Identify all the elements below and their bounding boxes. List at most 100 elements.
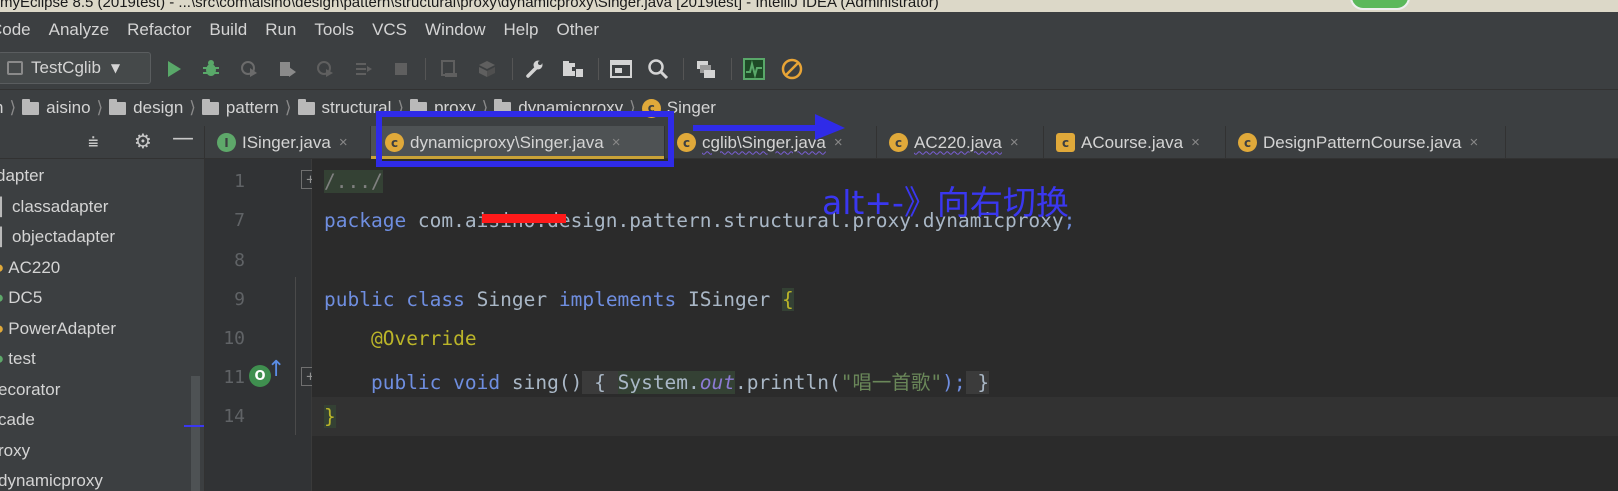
line-number: 10 <box>223 328 245 349</box>
update-running-app-icon[interactable] <box>437 57 461 81</box>
toolbar-separator <box>731 58 732 80</box>
run-config-label: TestCglib <box>31 58 101 77</box>
annotation-text: alt+-》向右切换 <box>822 183 1069 222</box>
menu-build[interactable]: Build <box>200 20 256 40</box>
menu-refactor[interactable]: Refactor <box>118 20 200 40</box>
folder-icon <box>22 98 40 115</box>
interface-icon: ● <box>0 288 4 308</box>
title-badge <box>1350 0 1410 10</box>
code-line-10: @Override <box>370 327 477 350</box>
profile-icon[interactable] <box>275 57 299 81</box>
annotation-mark <box>184 425 204 427</box>
tab-designpatterncourse[interactable]: c DesignPatternCourse.java × <box>1226 126 1506 159</box>
run-icon[interactable] <box>162 57 186 81</box>
arrow-up-icon: ↑ <box>267 357 286 382</box>
run-config-icon <box>7 61 23 75</box>
editor-gutter: 1 7 8 9 10 11 14 + + O ↑ <box>205 159 320 491</box>
project-panel: ⩧ ⚙ — dapter ▌ classadapter ▌ objectadapte… <box>0 126 205 491</box>
tree-item[interactable]: dynamicproxy <box>0 466 204 491</box>
window-title: myEclipse 8.5 (2019test) - ...\src\com\a… <box>0 0 939 11</box>
tab-acourse[interactable]: c ACourse.java × <box>1044 126 1226 159</box>
close-icon[interactable]: × <box>1010 134 1019 151</box>
debug-icon[interactable] <box>199 57 223 81</box>
tree-item[interactable]: ●PowerAdapter <box>0 314 204 345</box>
breadcrumb-item[interactable]: n ⟩ <box>0 98 22 118</box>
toolbar-separator <box>512 58 513 80</box>
breadcrumb-item-aisino[interactable]: aisino ⟩ <box>22 98 109 118</box>
line-number: 11 <box>223 367 245 388</box>
sdk-manager-icon[interactable] <box>694 57 718 81</box>
main-toolbar: TestCglib ▼ <box>0 48 1618 90</box>
highlight-box <box>376 111 674 167</box>
activity-monitor-icon[interactable] <box>742 57 766 81</box>
menu-help[interactable]: Help <box>495 20 548 40</box>
chevron-right-icon: ⟩ <box>189 98 196 117</box>
menu-code[interactable]: Code <box>0 20 40 40</box>
folder-icon <box>297 98 315 115</box>
run-configuration-dropdown[interactable]: TestCglib ▼ <box>0 52 151 84</box>
menu-analyze[interactable]: Analyze <box>40 20 118 40</box>
menu-tools[interactable]: Tools <box>305 20 363 40</box>
tree-item[interactable]: cade <box>0 405 204 436</box>
power-save-icon[interactable] <box>780 57 804 81</box>
tree-item[interactable]: roxy <box>0 436 204 467</box>
chevron-right-icon: ⟩ <box>96 98 104 117</box>
tree-item[interactable]: ●DC5 <box>0 283 204 314</box>
breadcrumb-item-pattern[interactable]: pattern ⟩ <box>201 98 298 118</box>
breadcrumb-item-design[interactable]: design ⟩ <box>109 98 202 118</box>
interface-icon: I <box>217 133 236 152</box>
menu-bar: Code Analyze Refactor Build Run Tools VC… <box>0 12 1618 48</box>
redaction-mark <box>482 214 566 223</box>
abstract-class-icon: c <box>1056 133 1075 152</box>
close-icon[interactable]: × <box>339 134 348 151</box>
line-number: 7 <box>234 210 245 231</box>
folder-icon: ▌ <box>0 227 9 247</box>
folder-icon: ▌ <box>0 196 9 216</box>
tree-item[interactable]: ▌ classadapter <box>0 192 204 223</box>
toolbar-separator <box>425 58 426 80</box>
toolbar-separator <box>598 58 599 80</box>
chevron-right-icon: ⟩ <box>284 98 292 117</box>
window-title-bar: myEclipse 8.5 (2019test) - ...\src\com\a… <box>0 0 1618 12</box>
tree-item[interactable]: ●test <box>0 344 204 375</box>
menu-other[interactable]: Other <box>547 20 608 40</box>
class-icon: ● <box>0 258 4 278</box>
class-icon: c <box>1238 133 1257 152</box>
settings-wrench-icon[interactable] <box>523 57 547 81</box>
hide-panel-icon[interactable]: — <box>172 126 194 151</box>
line-number: 1 <box>234 171 245 192</box>
tree-item[interactable]: ●AC220 <box>0 253 204 284</box>
attach-debugger-icon[interactable] <box>313 57 337 81</box>
terminal-icon[interactable] <box>609 57 633 81</box>
gear-icon[interactable]: ⚙ <box>134 129 152 153</box>
menu-run[interactable]: Run <box>256 20 305 40</box>
project-structure-icon[interactable] <box>561 57 585 81</box>
annotation-arrow-icon <box>693 114 845 140</box>
close-icon[interactable]: × <box>1191 134 1200 151</box>
project-scrollbar[interactable] <box>191 376 200 491</box>
close-icon[interactable]: × <box>1469 134 1478 151</box>
build-artifacts-icon[interactable] <box>475 57 499 81</box>
menu-vcs[interactable]: VCS <box>363 20 416 40</box>
run-coverage-icon[interactable] <box>237 57 261 81</box>
line-number: 9 <box>234 289 245 310</box>
folder-icon <box>109 98 127 115</box>
code-line-11: public void sing() { System.out.println(… <box>370 371 990 394</box>
indent-guide <box>295 277 296 435</box>
chevron-right-icon: ⟩ <box>9 98 17 117</box>
step-over-icon[interactable] <box>351 57 375 81</box>
tree-item[interactable]: ecorator <box>0 375 204 406</box>
class-icon: c <box>889 133 908 152</box>
stop-icon[interactable] <box>389 57 413 81</box>
search-icon[interactable] <box>646 57 670 81</box>
code-line-1: /.../ <box>324 170 383 193</box>
project-tree: dapter ▌classadapter ▌objectadapter ●AC2… <box>0 159 204 491</box>
menu-window[interactable]: Window <box>416 20 494 40</box>
line-number: 8 <box>234 250 245 271</box>
collapse-all-icon[interactable]: ⩧ <box>88 132 99 153</box>
tab-ac220[interactable]: c AC220.java × <box>877 126 1044 159</box>
chevron-down-icon: ▼ <box>110 61 121 75</box>
tree-item[interactable]: ▌ objectadapter <box>0 222 204 253</box>
tab-isinger[interactable]: I ISinger.java × <box>205 126 371 159</box>
tree-item[interactable]: dapter <box>0 161 204 192</box>
